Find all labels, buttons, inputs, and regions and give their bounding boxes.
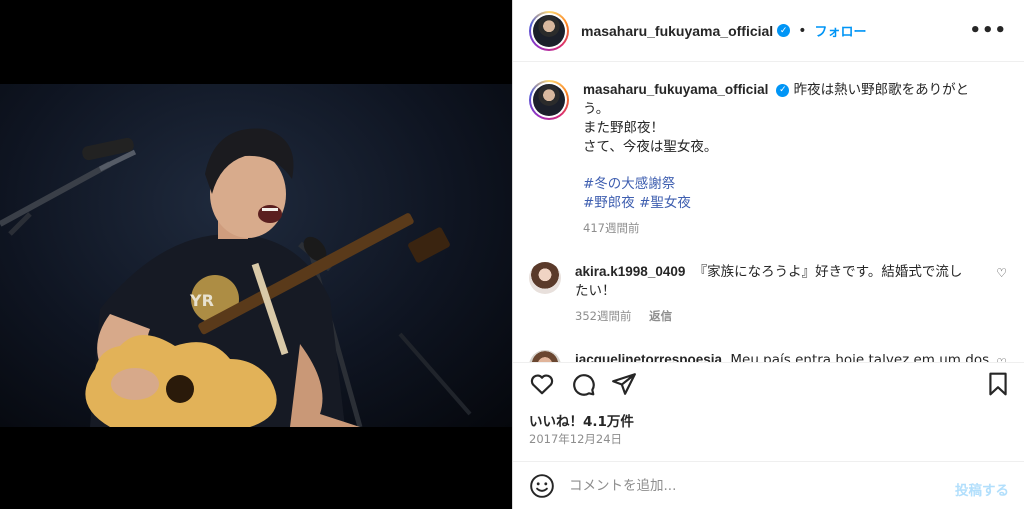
comment-text: Meu país entra hoje talvez em um dos	[730, 352, 990, 362]
comment-text: 『家族になろうよ』好きです。結婚式で流し	[693, 264, 963, 280]
likes-count[interactable]: いいね！4.1万件	[529, 410, 634, 430]
caption: masaharu_fukuyama_official ✓ 昨夜は熱い野郎歌をありが…	[529, 80, 1009, 238]
hashtag-link[interactable]: #野郎夜 #聖女夜	[583, 194, 983, 213]
commenter-avatar[interactable]	[529, 262, 561, 294]
heart-icon[interactable]	[529, 371, 555, 397]
comment-time[interactable]: 352週間前	[575, 309, 631, 323]
post-comment-button[interactable]: 投稿する	[955, 479, 1009, 499]
author-username[interactable]: masaharu_fukuyama_official	[581, 23, 773, 39]
author-avatar-image	[533, 14, 565, 47]
verified-badge-icon: ✓	[776, 83, 790, 97]
hashtag-link[interactable]: #冬の大感謝祭	[583, 175, 983, 194]
caption-line-2: また野郎夜！	[583, 120, 664, 136]
more-options-icon[interactable]: •••	[969, 20, 1007, 41]
comment-input[interactable]	[569, 477, 929, 494]
comment-item: jacquelinetorrespoesia Meu país entra ho…	[529, 350, 1009, 362]
post-date: 2017年12月24日	[529, 432, 623, 446]
smiley-icon[interactable]	[529, 473, 555, 499]
comments-section[interactable]: masaharu_fukuyama_official ✓ 昨夜は熱い野郎歌をありが…	[513, 62, 1024, 362]
caption-time[interactable]: 417週間前	[583, 219, 983, 238]
separator-dot: •	[798, 22, 807, 39]
bookmark-icon[interactable]	[985, 371, 1011, 397]
follow-button[interactable]: フォロー	[814, 21, 866, 40]
comment-item: akira.k1998_0409 『家族になろうよ』好きです。結婚式で流し たい…	[529, 262, 1009, 326]
post-panel: masaharu_fukuyama_official ✓ • フォロー ••• …	[512, 0, 1024, 509]
verified-badge-icon: ✓	[777, 24, 791, 37]
comment-text-cont: たい！	[575, 283, 616, 299]
reply-button[interactable]: 返信	[649, 309, 672, 323]
caption-avatar[interactable]	[529, 80, 569, 120]
caption-line-3: さて、今夜は聖女夜。	[583, 139, 718, 155]
commenter-username[interactable]: akira.k1998_0409	[575, 264, 685, 279]
commenter-avatar[interactable]	[529, 350, 561, 362]
comment-like-icon[interactable]: ♡	[996, 266, 1007, 280]
commenter-username[interactable]: jacquelinetorrespoesia	[575, 352, 722, 362]
svg-text:YR: YR	[189, 291, 214, 310]
concert-photo-illustration: YR	[0, 128, 472, 427]
action-bar	[513, 362, 1024, 402]
add-comment-bar: 投稿する	[513, 461, 1024, 509]
comment-icon[interactable]	[570, 371, 596, 397]
caption-username[interactable]: masaharu_fukuyama_official	[583, 82, 768, 97]
author-avatar[interactable]	[529, 10, 569, 51]
hashtags: #冬の大感謝祭 #野郎夜 #聖女夜	[583, 175, 983, 213]
post-photo[interactable]: YR	[0, 84, 512, 427]
post-media: YR	[0, 0, 512, 509]
post-header: masaharu_fukuyama_official ✓ • フォロー •••	[513, 0, 1024, 62]
share-icon[interactable]	[611, 371, 637, 397]
